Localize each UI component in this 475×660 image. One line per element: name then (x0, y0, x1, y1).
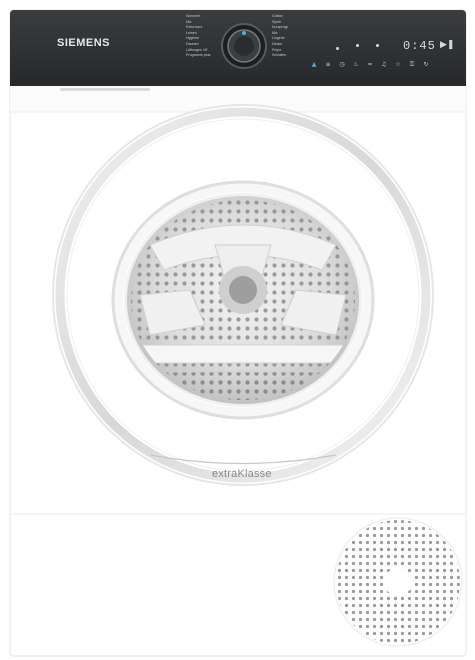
time-icon[interactable]: ◷ (337, 61, 347, 73)
brand-logo: SIEMENS (57, 37, 111, 49)
home-connect-icon[interactable]: ▲ (309, 61, 319, 73)
vent-grille (334, 518, 462, 646)
program-list-left: Schonen Mix Extra kurz Leinen Hygiene Da… (186, 14, 224, 59)
time-display: 0:45 (403, 39, 436, 53)
favorite-icon[interactable]: ☆ (393, 61, 403, 73)
anti-crease-icon[interactable]: ≈ (365, 61, 375, 73)
program-list-right: Cotton Synth Kurzprogr. Mix Lingerie Dec… (272, 14, 314, 59)
start-pause-icon[interactable]: ▶❚ (440, 40, 454, 50)
function-button-row: ▲ ≡ ◷ ♨ ≈ ♫ ☆ ⚿ ↻ (309, 61, 437, 73)
tumble-dryer: SIEMENS Schonen Mix Extra kurz Leinen Hy… (0, 0, 475, 660)
door[interactable] (53, 105, 433, 485)
program-selector-knob[interactable] (220, 22, 268, 70)
program-label[interactable]: Schlafen (272, 53, 314, 59)
status-led (356, 44, 359, 47)
remote-start-icon[interactable]: ↻ (421, 61, 431, 73)
dry-level-icon[interactable]: ≡ (323, 61, 333, 73)
status-led (336, 47, 339, 50)
signal-icon[interactable]: ♫ (379, 61, 389, 73)
program-label[interactable]: Programm plus (186, 53, 224, 59)
child-lock-icon[interactable]: ⚿ (407, 61, 417, 73)
low-heat-icon[interactable]: ♨ (351, 61, 361, 73)
status-led (376, 44, 379, 47)
knob-icon (221, 23, 267, 69)
